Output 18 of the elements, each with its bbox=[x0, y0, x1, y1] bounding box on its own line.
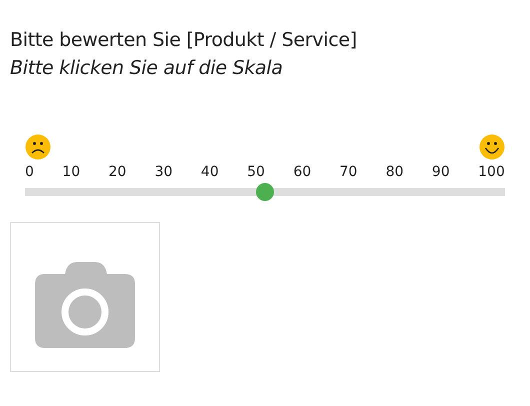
photo-placeholder[interactable] bbox=[10, 222, 160, 372]
scale-label: 90 bbox=[432, 163, 450, 181]
scale-label: 40 bbox=[200, 163, 219, 181]
scale-label: 60 bbox=[293, 163, 312, 181]
scale-label: 50 bbox=[247, 163, 265, 181]
scale-label: 100 bbox=[478, 163, 505, 181]
instruction-text: Bitte klicken Sie auf die Skala bbox=[10, 56, 284, 81]
question-title: Bitte bewerten Sie [Produkt / Service] bbox=[10, 28, 358, 53]
scale-label: 10 bbox=[62, 163, 80, 181]
sad-face-icon bbox=[25, 134, 51, 160]
scale-label: 20 bbox=[108, 163, 126, 181]
scale-label: 0 bbox=[25, 163, 34, 181]
smiley-face-icon bbox=[479, 134, 505, 160]
scale-label: 30 bbox=[154, 163, 173, 181]
scale-label: 80 bbox=[386, 163, 404, 181]
camera-icon bbox=[35, 260, 135, 348]
slider-thumb[interactable] bbox=[256, 183, 274, 201]
scale-label: 70 bbox=[340, 163, 358, 181]
